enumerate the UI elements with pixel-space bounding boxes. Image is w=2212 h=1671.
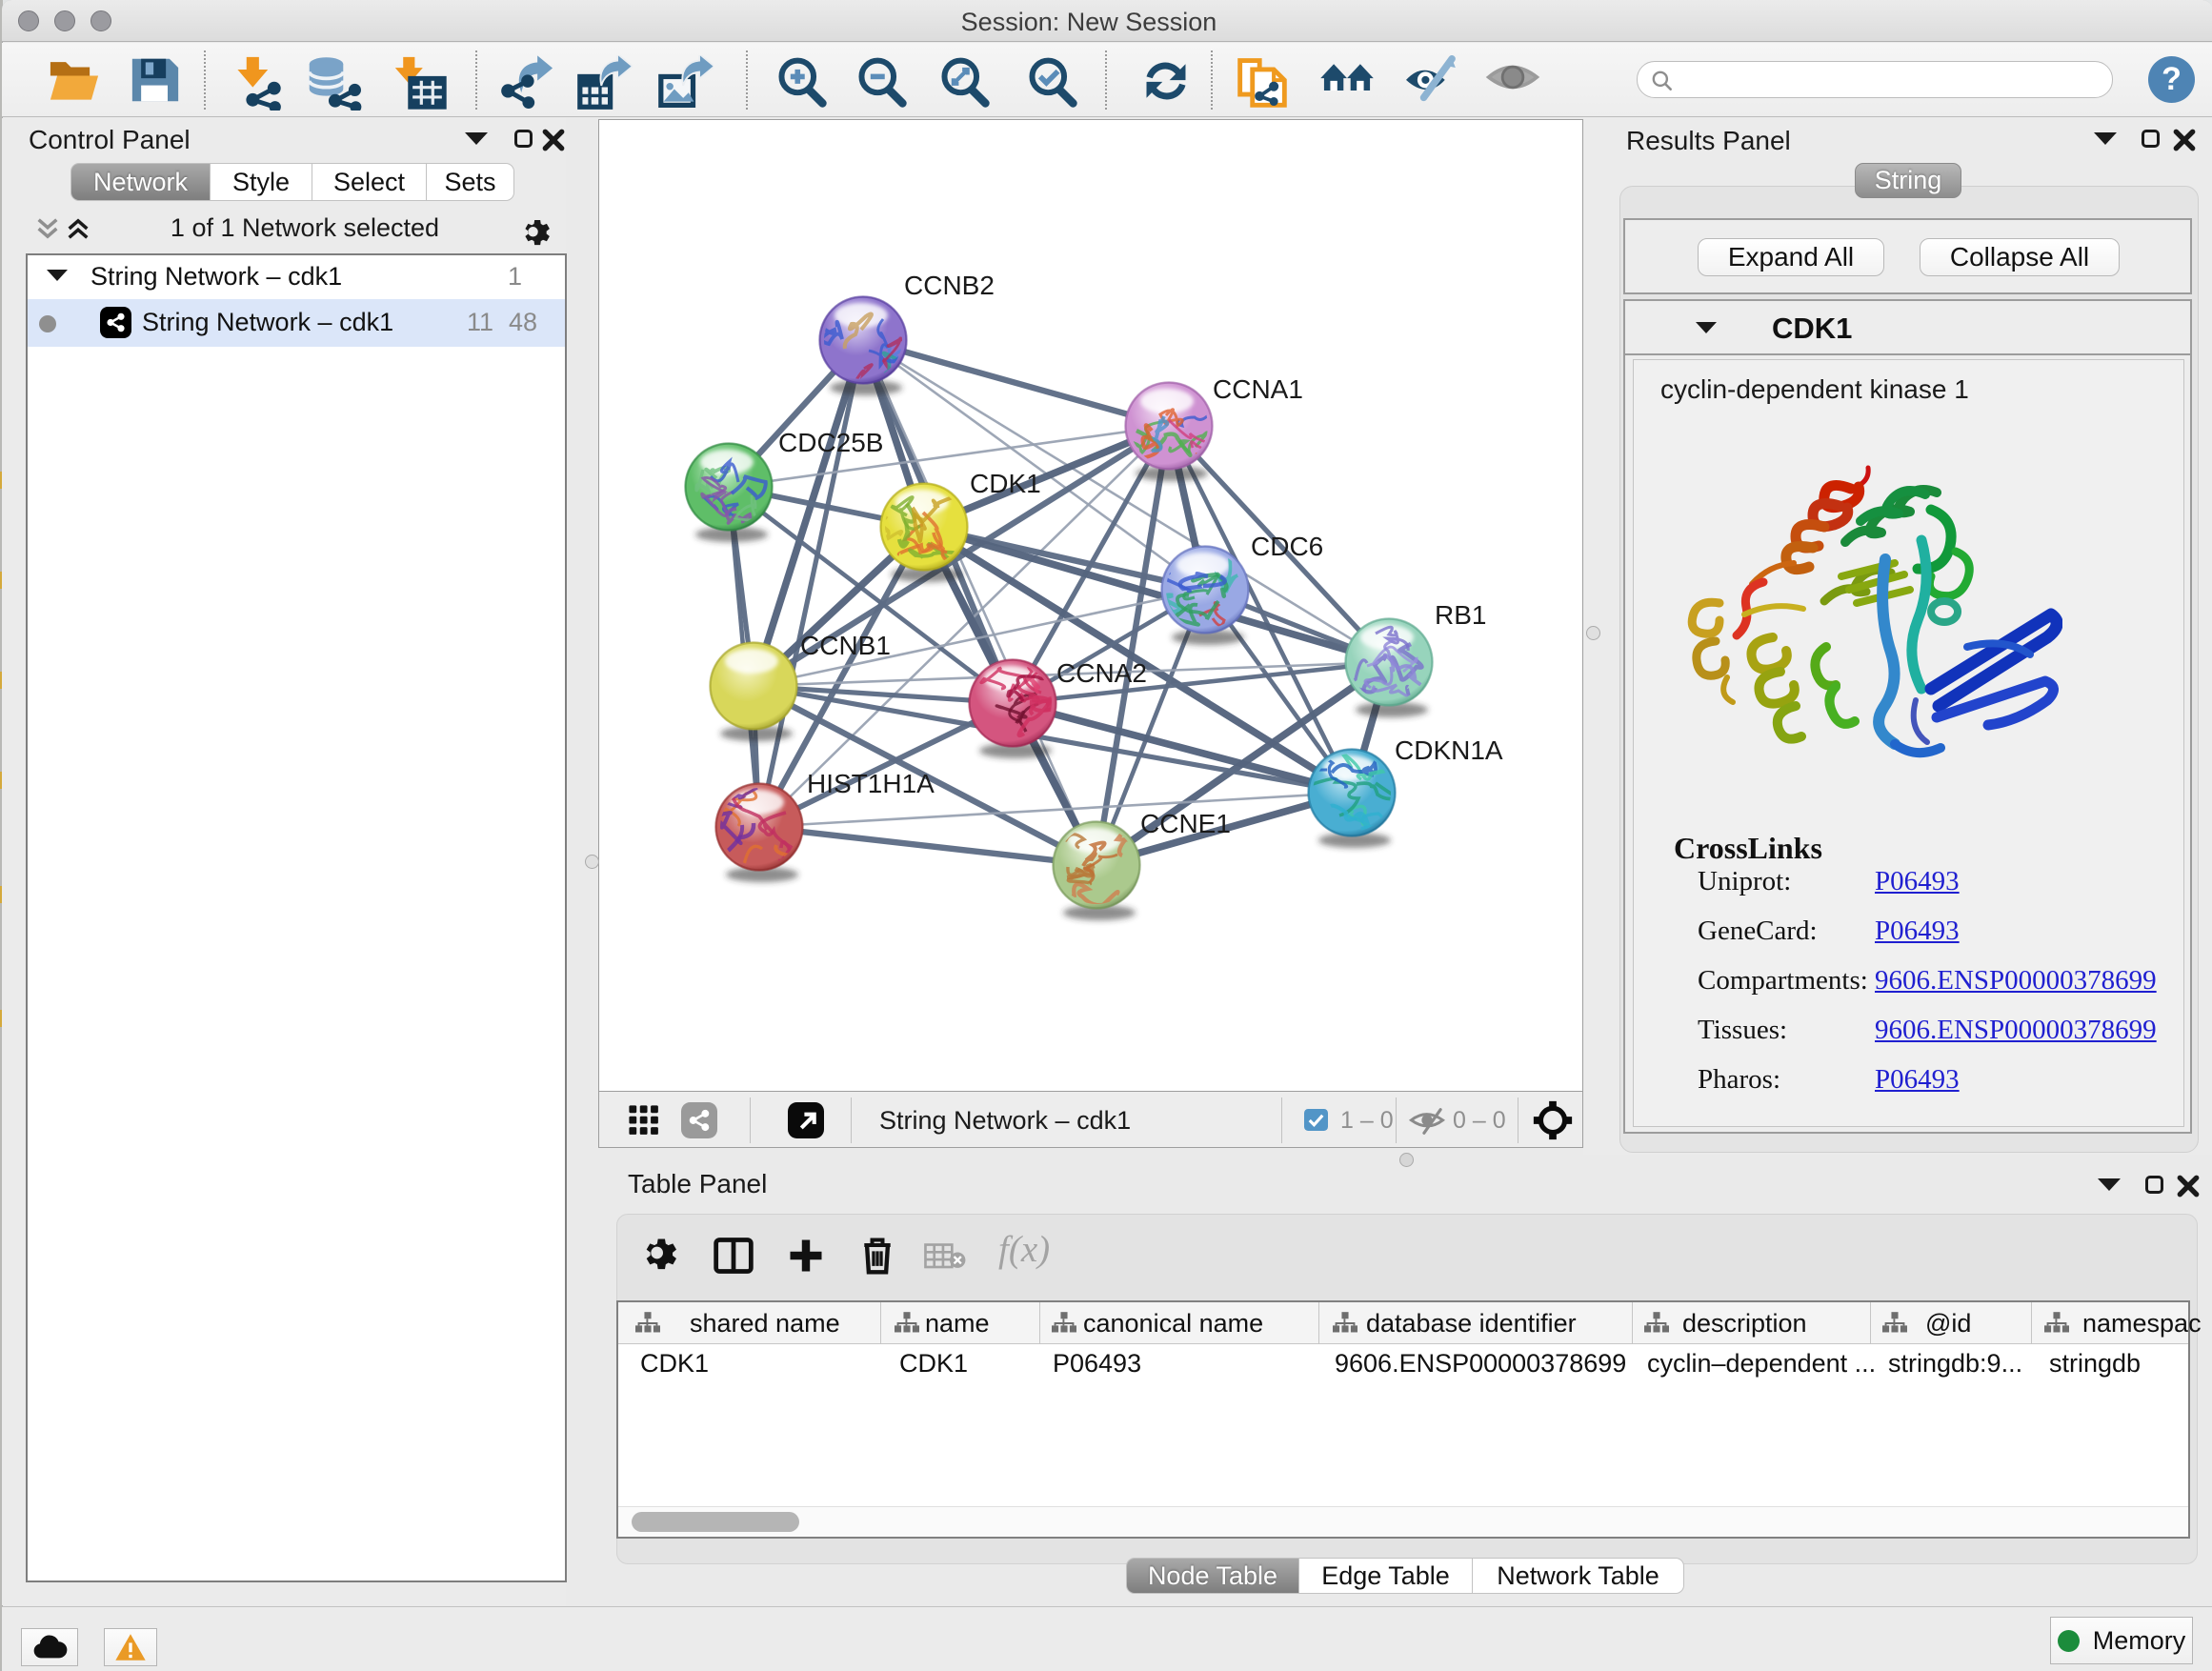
svg-text:CDKN1A: CDKN1A [1395, 735, 1503, 765]
svg-text:RB1: RB1 [1435, 600, 1486, 630]
svg-text:CDC25B: CDC25B [778, 428, 883, 457]
svg-text:CDK1: CDK1 [970, 469, 1041, 498]
svg-text:CCNB2: CCNB2 [904, 271, 995, 300]
svg-text:CCNB1: CCNB1 [800, 631, 891, 660]
svg-text:CCNA2: CCNA2 [1056, 658, 1147, 688]
svg-text:CCNA1: CCNA1 [1213, 374, 1303, 404]
svg-text:CDC6: CDC6 [1251, 532, 1323, 561]
svg-text:CCNE1: CCNE1 [1140, 809, 1231, 838]
svg-text:HIST1H1A: HIST1H1A [807, 769, 935, 798]
